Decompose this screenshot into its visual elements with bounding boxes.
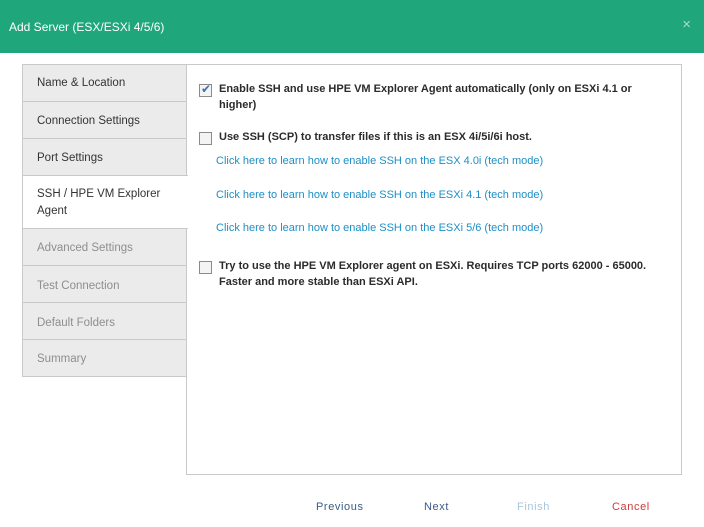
- step-ssh-agent[interactable]: SSH / HPE VM Explorer Agent: [22, 175, 188, 229]
- step-label: Test Connection: [37, 280, 120, 292]
- step-name-location[interactable]: Name & Location: [22, 64, 187, 102]
- ssh-settings-panel: ✔ Enable SSH and use HPE VM Explorer Age…: [186, 64, 682, 475]
- step-label: Connection Settings: [37, 115, 140, 127]
- next-button[interactable]: Next: [424, 501, 449, 513]
- checkmark-icon: ✔: [201, 82, 212, 96]
- step-label: Advanced Settings: [37, 242, 133, 254]
- enable-ssh-checkbox[interactable]: ✔: [199, 82, 212, 97]
- link-ssh-esxi41[interactable]: Click here to learn how to enable SSH on…: [216, 189, 543, 201]
- dialog-titlebar: Add Server (ESX/ESXi 4/5/6) ×: [0, 0, 704, 53]
- step-label: Port Settings: [37, 152, 103, 164]
- step-label: Default Folders: [37, 317, 115, 329]
- link-ssh-esx40[interactable]: Click here to learn how to enable SSH on…: [216, 155, 543, 167]
- step-summary[interactable]: Summary: [22, 339, 187, 377]
- use-scp-label: Use SSH (SCP) to transfer files if this …: [219, 131, 532, 143]
- step-label: SSH / HPE VM Explorer Agent: [37, 188, 161, 217]
- finish-button[interactable]: Finish: [517, 501, 550, 513]
- step-default-folders[interactable]: Default Folders: [22, 302, 187, 340]
- previous-button[interactable]: Previous: [316, 501, 364, 513]
- step-connection-settings[interactable]: Connection Settings: [22, 101, 187, 139]
- use-agent-checkbox[interactable]: [199, 261, 212, 274]
- use-agent-label: Try to use the HPE VM Explorer agent on …: [219, 260, 647, 288]
- enable-ssh-label: Enable SSH and use HPE VM Explorer Agent…: [219, 83, 632, 111]
- dialog-title: Add Server (ESX/ESXi 4/5/6): [9, 20, 165, 34]
- step-test-connection[interactable]: Test Connection: [22, 265, 187, 303]
- step-port-settings[interactable]: Port Settings: [22, 138, 187, 176]
- close-icon[interactable]: ×: [682, 17, 691, 32]
- step-advanced-settings[interactable]: Advanced Settings: [22, 228, 187, 266]
- step-label: Name & Location: [37, 77, 126, 89]
- use-scp-checkbox[interactable]: [199, 132, 212, 145]
- cancel-button[interactable]: Cancel: [612, 501, 650, 513]
- step-label: Summary: [37, 353, 87, 365]
- link-ssh-esxi56[interactable]: Click here to learn how to enable SSH on…: [216, 222, 543, 234]
